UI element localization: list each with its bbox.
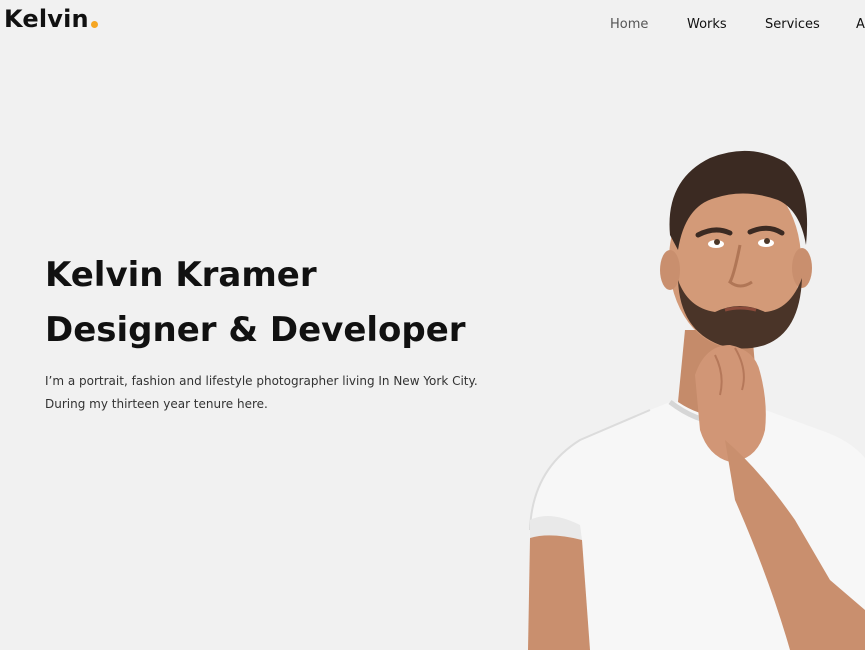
hero-title: Kelvin Kramer Designer & Developer: [45, 248, 466, 358]
nav-about[interactable]: A: [856, 16, 865, 34]
hero-description: I’m a portrait, fashion and lifestyle ph…: [45, 370, 478, 416]
nav-home[interactable]: Home: [610, 16, 648, 34]
hero-description-line-2: During my thirteen year tenure here.: [45, 397, 268, 411]
nav-services[interactable]: Services: [765, 16, 820, 34]
hero-title-name: Kelvin Kramer: [45, 255, 317, 295]
main-nav: Home Works Services A: [0, 16, 865, 36]
hero-portrait-image: [528, 150, 865, 650]
hero-description-line-1: I’m a portrait, fashion and lifestyle ph…: [45, 374, 478, 388]
page: Kelvin Home Works Services A Kelvin Kram…: [0, 0, 865, 650]
nav-works[interactable]: Works: [687, 16, 727, 34]
hero-title-role: Designer & Developer: [45, 310, 466, 350]
